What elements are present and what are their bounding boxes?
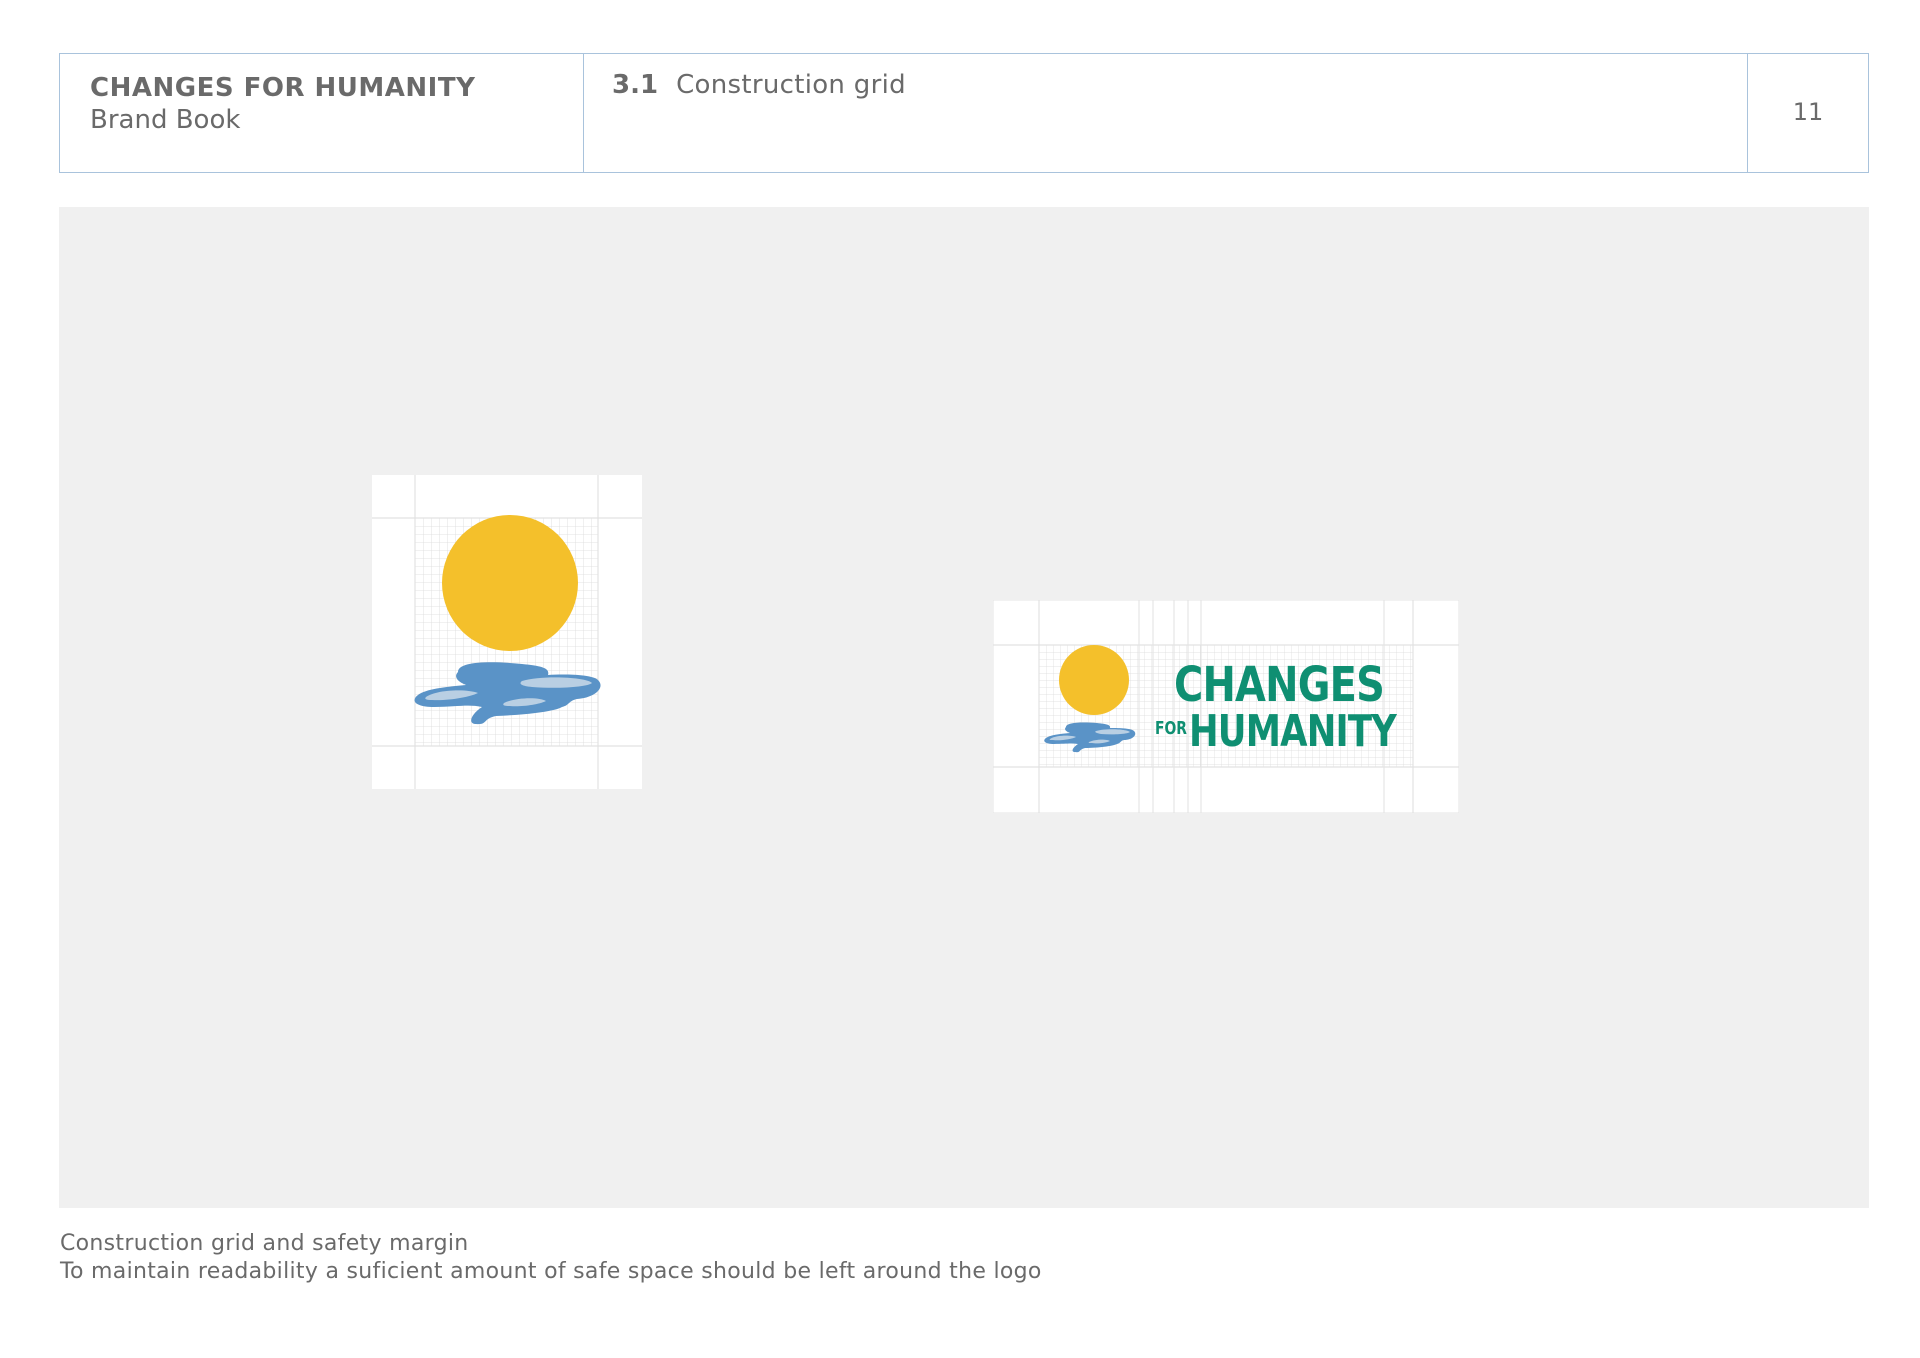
brand-subtitle: Brand Book — [90, 105, 241, 135]
sun-shape-small — [1059, 645, 1129, 715]
wordmark-for: FOR — [1155, 718, 1187, 739]
logo-display-area: CHANGES FOR HUMANITY — [59, 207, 1869, 1208]
caption-title: Construction grid and safety margin — [60, 1231, 469, 1256]
brand-cell: CHANGES FOR HUMANITY Brand Book — [60, 54, 584, 172]
horizontal-logo-construction-grid: CHANGES FOR HUMANITY — [993, 600, 1459, 813]
section-title: Construction grid — [676, 70, 906, 100]
page-number: 11 — [1792, 98, 1824, 126]
page-header: CHANGES FOR HUMANITY Brand Book 3.1 Const… — [59, 53, 1869, 173]
caption-block: Construction grid and safety margin To m… — [60, 1230, 1042, 1286]
wordmark-changes: CHANGES — [1174, 657, 1384, 713]
brand-title: CHANGES FOR HUMANITY — [90, 73, 476, 103]
page-number-cell: 11 — [1748, 54, 1868, 172]
sun-shape — [442, 515, 578, 651]
wordmark-humanity: HUMANITY — [1189, 706, 1398, 757]
section-cell: 3.1 Construction grid — [584, 54, 1748, 172]
symbol-construction-grid — [372, 475, 642, 789]
caption-description: To maintain readability a suficient amou… — [60, 1259, 1042, 1284]
section-number: 3.1 — [612, 70, 659, 100]
